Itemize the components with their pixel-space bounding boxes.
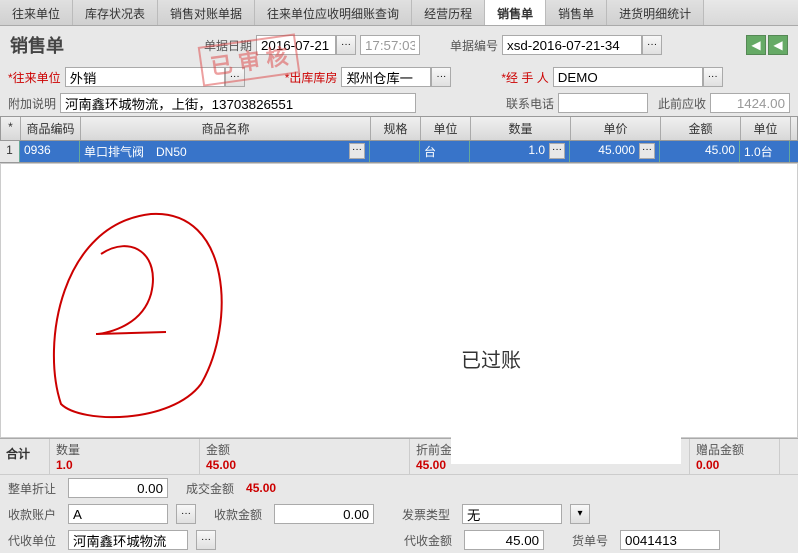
tab-0[interactable]: 往来单位 bbox=[0, 0, 73, 25]
recv-amount-input[interactable] bbox=[274, 504, 374, 524]
sum-gift: 0.00 bbox=[696, 458, 773, 472]
cell-code[interactable]: 0936 bbox=[20, 141, 80, 162]
tab-4[interactable]: 经营历程 bbox=[412, 0, 485, 25]
note-input[interactable] bbox=[60, 93, 416, 113]
doc-no-input[interactable] bbox=[502, 35, 642, 55]
doc-no-lookup-button[interactable]: ··· bbox=[642, 35, 662, 55]
form-row-1: 往来单位 ··· 出库库房 ··· 经 手 人 ··· bbox=[0, 64, 798, 90]
doc-date-label: 单据日期 bbox=[204, 37, 252, 54]
col-unit2[interactable]: 单位 bbox=[741, 117, 791, 140]
price-lookup-button[interactable]: ··· bbox=[639, 143, 655, 159]
note-label: 附加说明 bbox=[8, 95, 56, 112]
col-unit[interactable]: 单位 bbox=[421, 117, 471, 140]
cargo-no-input[interactable] bbox=[620, 530, 720, 550]
phone-input[interactable] bbox=[558, 93, 648, 113]
handler-label: 经 手 人 bbox=[501, 69, 548, 86]
cell-amount[interactable]: 45.00 bbox=[660, 141, 740, 162]
name-lookup-button[interactable]: ··· bbox=[349, 143, 365, 159]
cell-qty[interactable]: 1.0··· bbox=[470, 141, 570, 162]
col-star[interactable]: * bbox=[1, 117, 21, 140]
prev-record-button[interactable]: ◀ bbox=[746, 35, 766, 55]
table-header: * 商品编码 商品名称 规格 单位 数量 单价 金额 单位 bbox=[0, 116, 798, 141]
col-code[interactable]: 商品编码 bbox=[21, 117, 81, 140]
doc-date-picker-button[interactable]: ··· bbox=[336, 35, 356, 55]
table-row[interactable]: 1 0936 单口排气阀 DN50··· 台 1.0··· 45.000··· … bbox=[0, 141, 798, 163]
warehouse-lookup-button[interactable]: ··· bbox=[431, 67, 451, 87]
handler-input[interactable] bbox=[553, 67, 703, 87]
foot-row-2: 收款账户 ··· 收款金额 发票类型 ▾ bbox=[0, 501, 798, 527]
agent-amount-input[interactable] bbox=[464, 530, 544, 550]
recv-account-input[interactable] bbox=[68, 504, 168, 524]
tab-1[interactable]: 库存状况表 bbox=[73, 0, 158, 25]
tab-2[interactable]: 销售对账单据 bbox=[158, 0, 255, 25]
grid-body[interactable]: 已过账 bbox=[0, 163, 798, 438]
vendor-label: 往来单位 bbox=[8, 69, 61, 86]
cell-spec[interactable] bbox=[370, 141, 420, 162]
cell-unit2[interactable]: 1.0台 bbox=[740, 141, 790, 162]
foot-row-3: 代收单位 ··· 代收金额 货单号 bbox=[0, 527, 798, 553]
doc-no-label: 单据编号 bbox=[450, 37, 498, 54]
form-row-2: 附加说明 联系电话 此前应收 bbox=[0, 90, 798, 116]
tab-3[interactable]: 往来单位应收明细账查询 bbox=[255, 0, 412, 25]
sum-amount: 45.00 bbox=[206, 458, 403, 472]
invoice-type-input[interactable] bbox=[462, 504, 562, 524]
page-title: 销售单 bbox=[10, 32, 64, 58]
tab-6[interactable]: 销售单 bbox=[546, 0, 607, 25]
col-qty[interactable]: 数量 bbox=[471, 117, 571, 140]
invoice-dropdown-button[interactable]: ▾ bbox=[570, 504, 590, 524]
phone-label: 联系电话 bbox=[506, 95, 554, 112]
tab-5[interactable]: 销售单 bbox=[485, 0, 546, 25]
doc-date-input[interactable] bbox=[256, 35, 336, 55]
warehouse-label: 出库库房 bbox=[285, 69, 338, 86]
warehouse-input[interactable] bbox=[341, 67, 431, 87]
cell-name[interactable]: 单口排气阀 DN50··· bbox=[80, 141, 370, 162]
handler-lookup-button[interactable]: ··· bbox=[703, 67, 723, 87]
posted-note: 已过账 bbox=[451, 334, 681, 464]
cell-price[interactable]: 45.000··· bbox=[570, 141, 660, 162]
deal-amount: 45.00 bbox=[246, 481, 276, 495]
tab-bar: 往来单位库存状况表销售对账单据往来单位应收明细账查询经营历程销售单销售单进货明细… bbox=[0, 0, 798, 26]
agent-vendor-lookup-button[interactable]: ··· bbox=[196, 530, 216, 550]
discount-input[interactable] bbox=[68, 478, 168, 498]
col-price[interactable]: 单价 bbox=[571, 117, 661, 140]
next-record-button[interactable]: ◀ bbox=[768, 35, 788, 55]
qty-lookup-button[interactable]: ··· bbox=[549, 143, 565, 159]
col-spec[interactable]: 规格 bbox=[371, 117, 421, 140]
cell-unit[interactable]: 台 bbox=[420, 141, 470, 162]
prev-recv-value bbox=[710, 93, 790, 113]
doc-time-input[interactable] bbox=[360, 35, 420, 55]
foot-row-1: 整单折让 成交金额 45.00 bbox=[0, 475, 798, 501]
title-bar: 销售单 单据日期 ··· 单据编号 ··· ◀ ◀ bbox=[0, 26, 798, 64]
prev-recv-label: 此前应收 bbox=[658, 95, 706, 112]
tab-7[interactable]: 进货明细统计 bbox=[607, 0, 704, 25]
vendor-lookup-button[interactable]: ··· bbox=[225, 67, 245, 87]
sum-qty: 1.0 bbox=[56, 458, 193, 472]
col-amount[interactable]: 金额 bbox=[661, 117, 741, 140]
sum-label: 合计 bbox=[0, 439, 50, 474]
recv-account-lookup-button[interactable]: ··· bbox=[176, 504, 196, 524]
cell-idx: 1 bbox=[0, 141, 20, 162]
vendor-input[interactable] bbox=[65, 67, 225, 87]
col-name[interactable]: 商品名称 bbox=[81, 117, 371, 140]
agent-vendor-input[interactable] bbox=[68, 530, 188, 550]
